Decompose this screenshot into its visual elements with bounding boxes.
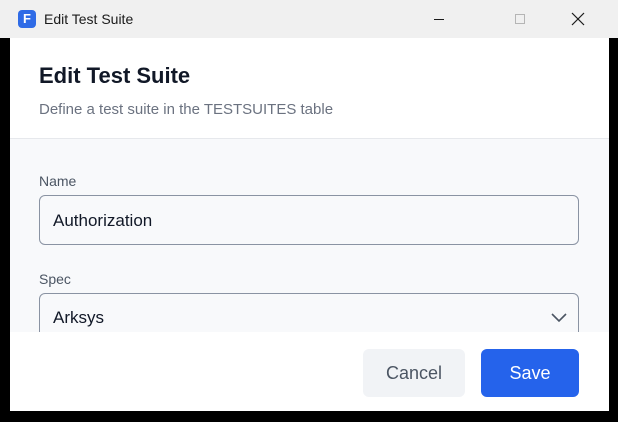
name-label: Name [39, 173, 77, 189]
dialog-footer: Cancel Save [10, 332, 609, 411]
maximize-button[interactable] [497, 0, 543, 38]
dialog-header: Edit Test Suite Define a test suite in t… [10, 38, 609, 139]
name-input-value: Authorization [53, 211, 153, 230]
dialog: Edit Test Suite Define a test suite in t… [10, 38, 609, 411]
window-title: Edit Test Suite [44, 11, 134, 27]
dialog-subtitle: Define a test suite in the TESTSUITES ta… [39, 101, 334, 118]
chevron-down-icon [551, 313, 567, 323]
spec-label: Spec [39, 271, 71, 287]
name-input[interactable]: Authorization [39, 195, 579, 245]
close-icon [571, 12, 585, 26]
spec-select-value: Arksys [53, 308, 104, 327]
app-window: F Edit Test Suite Edit Test Suite Define… [0, 0, 618, 422]
app-logo-icon: F [18, 10, 36, 28]
minimize-button[interactable] [416, 0, 462, 38]
app-logo-letter: F [23, 11, 31, 26]
cancel-button[interactable]: Cancel [363, 349, 465, 397]
save-button[interactable]: Save [481, 349, 579, 397]
maximize-icon [515, 14, 525, 24]
close-button[interactable] [555, 0, 601, 38]
minimize-icon [434, 19, 444, 20]
dialog-title: Edit Test Suite [39, 63, 191, 88]
title-bar: F Edit Test Suite [0, 0, 618, 38]
